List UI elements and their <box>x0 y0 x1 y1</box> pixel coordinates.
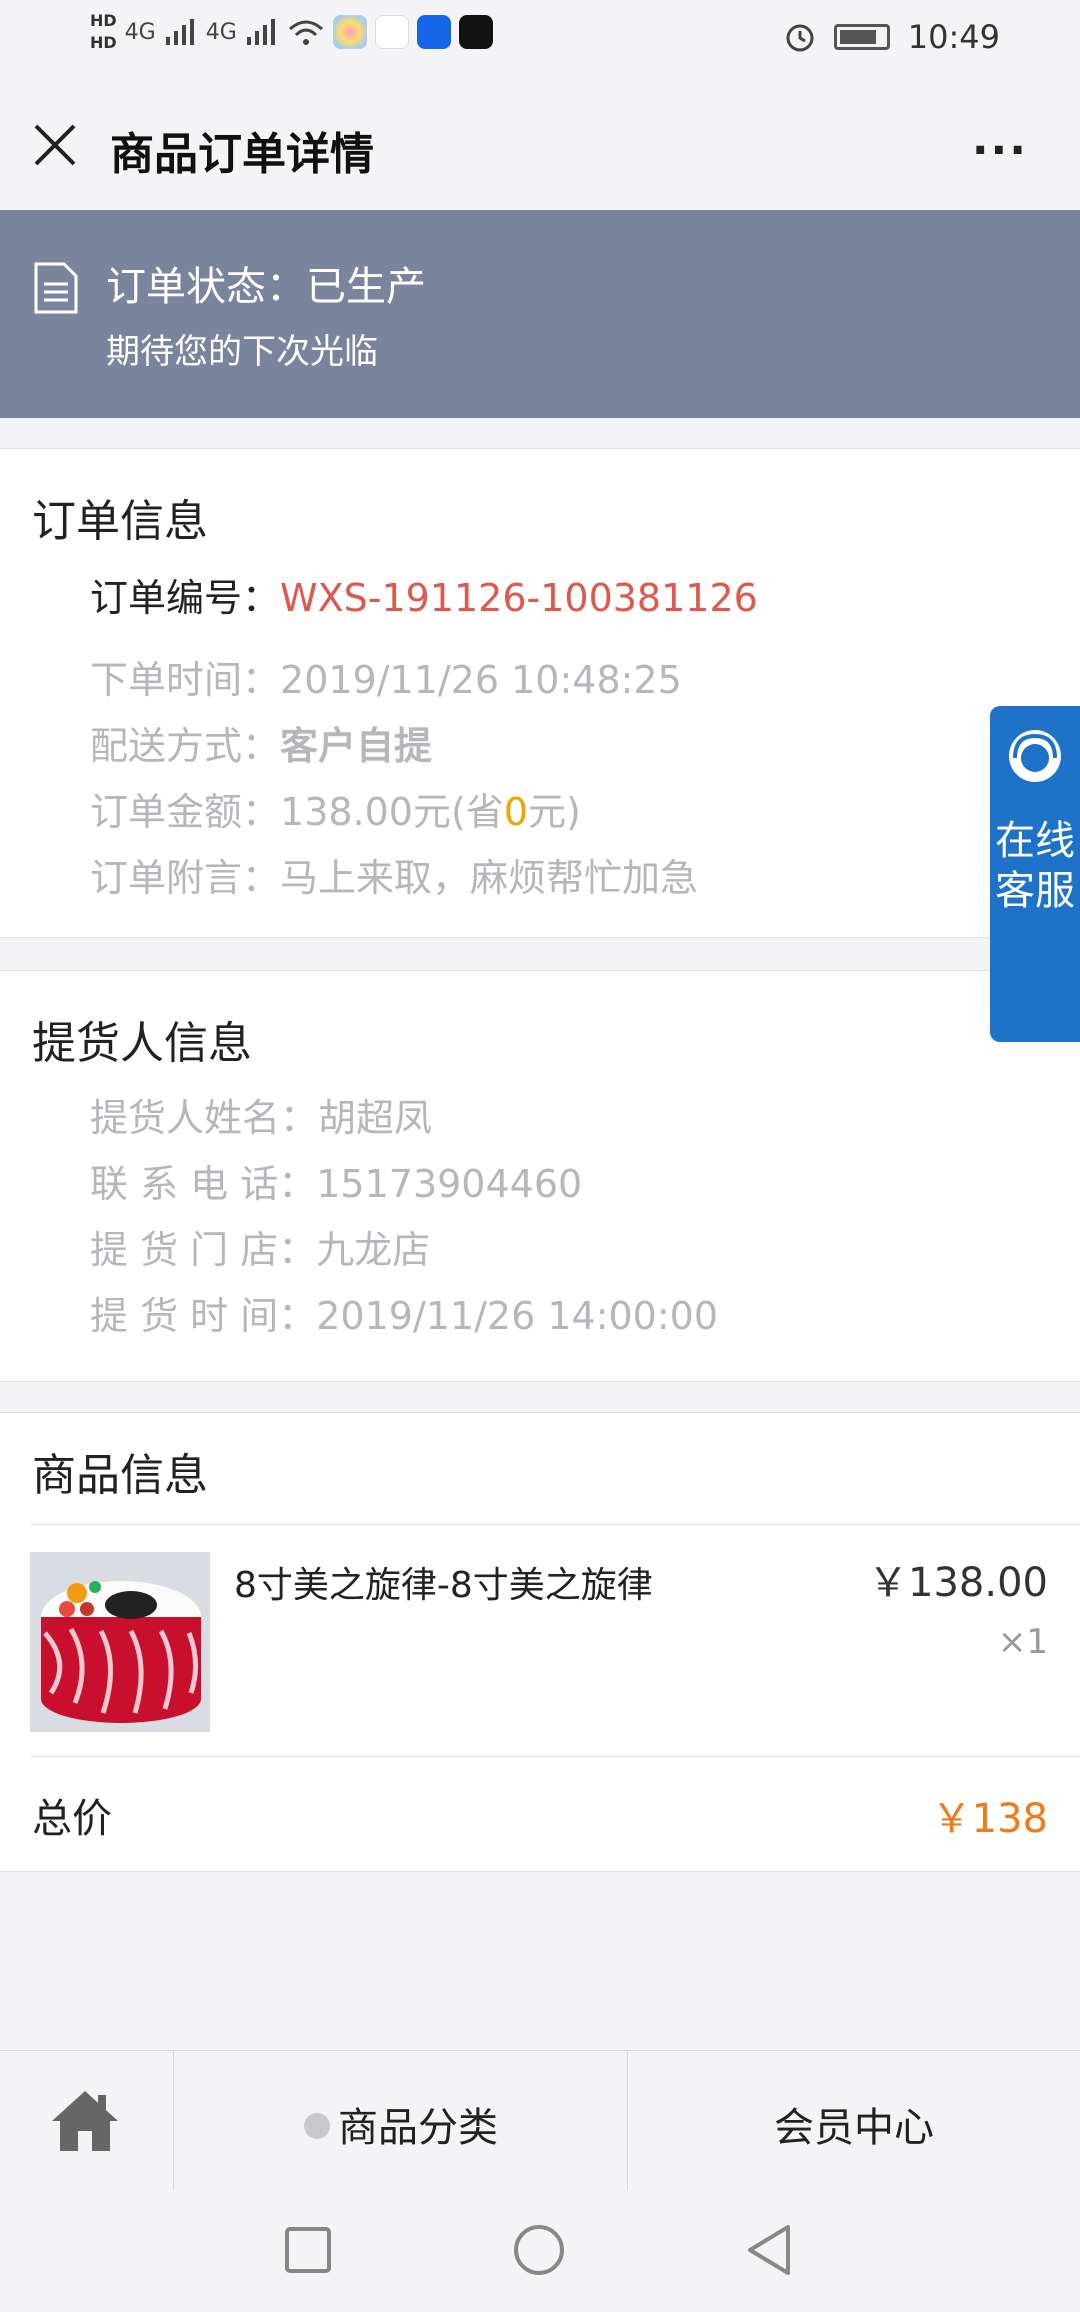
order-status-value: 已生产 <box>306 264 426 310</box>
pickup-store-label: 提 货 门 店： <box>90 1228 317 1272</box>
clock-time: 10:49 <box>907 18 1000 56</box>
order-number-label: 订单编号： <box>90 576 281 620</box>
recent-apps-icon[interactable] <box>284 2226 332 2274</box>
status-left: HD HD 4G 4G <box>90 12 493 52</box>
page-title: 商品订单详情 <box>110 129 374 180</box>
system-nav-bar <box>0 2190 1080 2312</box>
note-row: 订单附言：马上来取，麻烦帮忙加急 <box>90 847 698 902</box>
pickup-time: 2019/11/26 14:00:00 <box>316 1294 719 1338</box>
note-label: 订单附言： <box>90 856 281 900</box>
order-info-title: 订单信息 <box>32 496 208 547</box>
pickup-info-card: 提货人信息 提货人姓名：胡超凤 联 系 电 话：15173904460 提 货 … <box>0 970 1080 1382</box>
pickup-store: 九龙店 <box>316 1228 431 1272</box>
nav-home[interactable] <box>0 2051 174 2191</box>
cake-image <box>31 1553 209 1731</box>
product-price: ￥138.00 <box>868 1560 1048 1606</box>
order-time-label: 下单时间： <box>90 658 281 702</box>
signal-bars-icon <box>246 19 275 45</box>
app-icon <box>416 15 451 49</box>
delivery-label: 配送方式： <box>90 724 281 768</box>
hd1-label: HD <box>90 11 117 30</box>
hd-indicators: HD HD <box>90 12 117 52</box>
pickup-name: 胡超凤 <box>318 1096 433 1140</box>
alarm-icon <box>786 24 814 52</box>
pickup-phone-label: 联 系 电 话： <box>90 1162 317 1206</box>
saved-amount: 0 <box>503 790 528 834</box>
pickup-phone: 15173904460 <box>316 1162 583 1206</box>
headset-icon <box>1009 730 1061 782</box>
category-dot-icon <box>304 2113 330 2139</box>
app-header: 商品订单详情 ··· <box>0 80 1080 210</box>
pickup-name-label: 提货人姓名： <box>90 1096 319 1140</box>
order-time: 2019/11/26 10:48:25 <box>280 658 682 702</box>
order-info-card: 订单信息 订单编号：WXS-191126-100381126 下单时间：2019… <box>0 448 1080 938</box>
back-icon[interactable] <box>744 2223 792 2277</box>
product-quantity: ×1 <box>997 1622 1048 1662</box>
order-status: 订单状态：已生产 <box>106 254 426 312</box>
amount-suffix: 元) <box>528 790 581 834</box>
hd2-label: HD <box>90 33 117 52</box>
divider <box>30 1524 1080 1525</box>
goods-info-title: 商品信息 <box>32 1450 208 1501</box>
amount-row: 订单金额：138.00元(省0元) <box>90 781 581 836</box>
nav-member-label: 会员中心 <box>774 2105 934 2151</box>
order-number-row: 订单编号：WXS-191126-100381126 <box>90 567 758 622</box>
maps-app-icon <box>374 15 409 49</box>
total-label: 总价 <box>32 1796 112 1842</box>
wifi-icon <box>288 20 323 45</box>
nav-category-label-wrap: 商品分类 <box>174 2095 628 2153</box>
total-price: ￥138 <box>931 1796 1048 1842</box>
order-status-banner: 订单状态：已生产 期待您的下次光临 <box>0 210 1080 418</box>
online-service-button[interactable]: 在线客服 <box>990 706 1080 1042</box>
pickup-info-title: 提货人信息 <box>32 1018 252 1069</box>
divider <box>30 1756 1080 1757</box>
delivery-method: 客户自提 <box>280 724 433 768</box>
nav-member-center[interactable]: 会员中心 <box>628 2051 1080 2191</box>
status-subtitle: 期待您的下次光临 <box>106 332 378 372</box>
amount-label: 订单金额： <box>90 790 281 834</box>
order-status-label: 订单状态： <box>106 264 306 310</box>
pickup-time-label: 提 货 时 间： <box>90 1294 317 1338</box>
product-image[interactable] <box>30 1552 210 1732</box>
bottom-nav: 商品分类 会员中心 <box>0 2050 1080 2191</box>
pickup-phone-row: 联 系 电 话：15173904460 <box>90 1153 582 1208</box>
close-icon[interactable] <box>30 120 80 170</box>
order-number: WXS-191126-100381126 <box>280 576 758 620</box>
home-icon <box>52 2091 118 2151</box>
nav-category-label: 商品分类 <box>338 2105 498 2151</box>
home-nav-icon[interactable] <box>512 2223 566 2277</box>
signal-bars-icon <box>165 19 194 45</box>
more-menu-button[interactable]: ··· <box>972 125 1028 176</box>
delivery-row: 配送方式：客户自提 <box>90 715 432 770</box>
pickup-store-row: 提 货 门 店：九龙店 <box>90 1219 430 1274</box>
signal1-label: 4G <box>124 19 156 45</box>
nav-category[interactable]: 商品分类 <box>174 2051 628 2191</box>
product-name[interactable]: 8寸美之旋律-8寸美之旋律 <box>234 1556 653 1608</box>
signal2-label: 4G <box>205 19 237 45</box>
status-right: 10:49 <box>784 18 1000 56</box>
order-amount: 138.00元(省 <box>280 790 504 834</box>
status-bar: HD HD 4G 4G 10:49 <box>0 0 1080 80</box>
pickup-time-row: 提 货 时 间：2019/11/26 14:00:00 <box>90 1285 718 1340</box>
order-note: 马上来取，麻烦帮忙加急 <box>280 856 699 900</box>
online-service-label: 在线客服 <box>995 818 1075 914</box>
battery-icon <box>833 24 890 50</box>
photos-app-icon <box>332 15 367 49</box>
pickup-name-row: 提货人姓名：胡超凤 <box>90 1087 432 1142</box>
tiktok-app-icon <box>458 15 493 49</box>
order-time-row: 下单时间：2019/11/26 10:48:25 <box>90 649 682 704</box>
document-icon <box>34 262 78 314</box>
